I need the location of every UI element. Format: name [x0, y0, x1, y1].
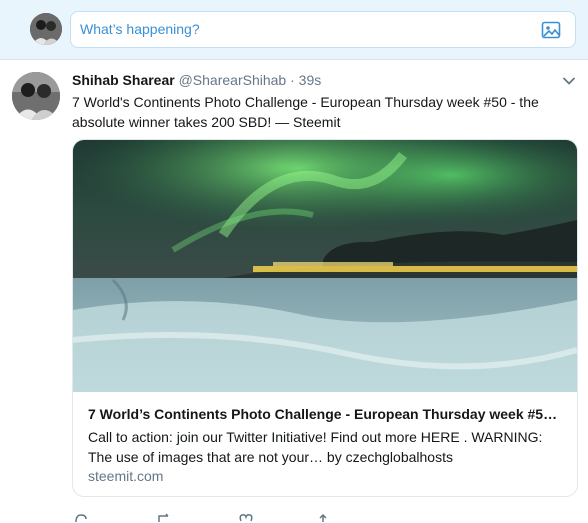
- author-handle[interactable]: @SharearShihab: [179, 72, 287, 88]
- card-title[interactable]: 7 World’s Continents Photo Challenge - E…: [88, 406, 563, 422]
- compose-input[interactable]: What’s happening?: [70, 11, 576, 48]
- author-avatar-icon: [12, 72, 60, 120]
- compose-bar: What’s happening?: [0, 0, 588, 60]
- retweet-icon[interactable]: [156, 513, 174, 523]
- author-name[interactable]: Shihab Sharear: [72, 72, 175, 88]
- tweet-time[interactable]: 39s: [299, 72, 322, 88]
- user-avatar[interactable]: [30, 13, 62, 45]
- tweet-text: 7 World's Continents Photo Challenge - E…: [72, 94, 539, 130]
- tweet-header: Shihab Sharear @SharearShihab · 39s: [72, 72, 321, 88]
- aurora-photo: [73, 140, 577, 392]
- separator-dot: ·: [290, 72, 295, 88]
- image-icon[interactable]: [541, 20, 561, 40]
- card-description: Call to action: join our Twitter Initiat…: [88, 429, 543, 465]
- tweet-actions: [72, 513, 372, 523]
- share-icon[interactable]: [318, 513, 328, 523]
- like-icon[interactable]: [238, 513, 254, 523]
- chevron-down-icon[interactable]: [562, 74, 576, 88]
- user-avatar-icon: [30, 13, 62, 45]
- compose-placeholder: What’s happening?: [80, 21, 200, 37]
- link-card[interactable]: 7 World’s Continents Photo Challenge - E…: [72, 139, 578, 497]
- author-avatar[interactable]: [12, 72, 60, 120]
- reply-icon[interactable]: [74, 513, 88, 523]
- card-domain[interactable]: steemit.com: [88, 468, 163, 484]
